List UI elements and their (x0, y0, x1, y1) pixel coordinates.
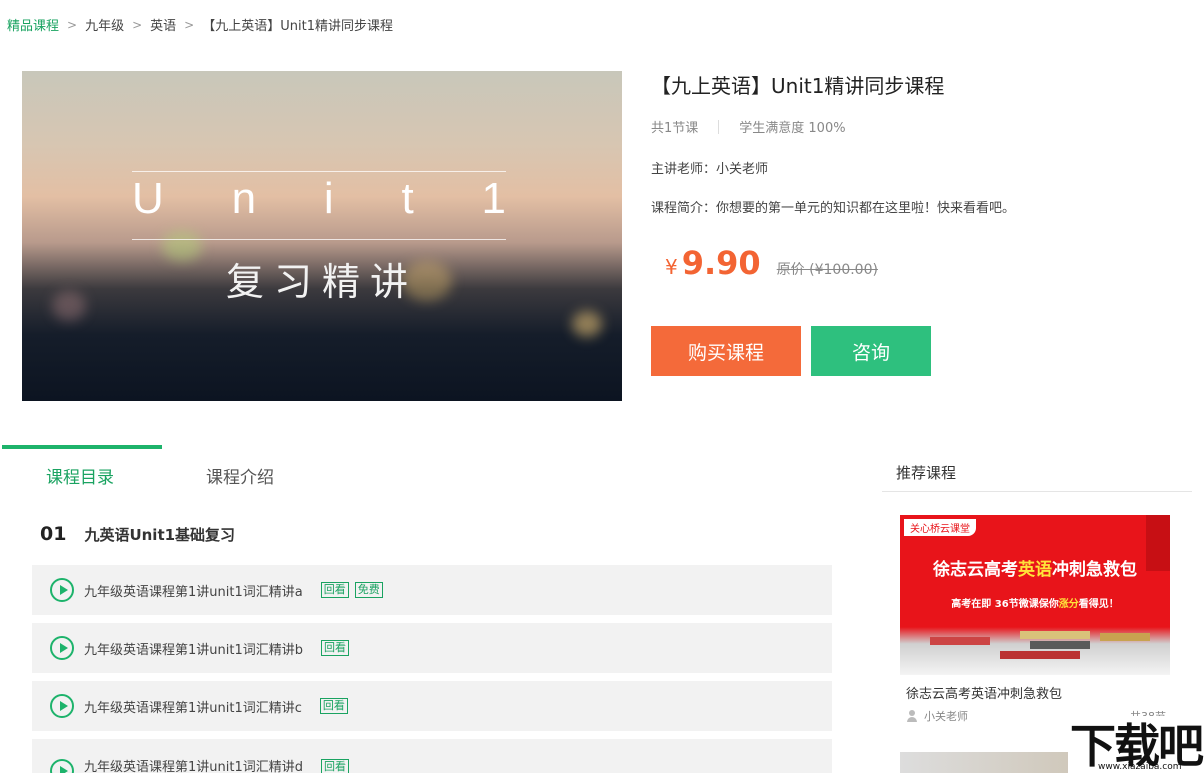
lesson-title: 九年级英语课程第1讲unit1词汇精讲a (84, 584, 303, 600)
breadcrumb-link-premium[interactable]: 精品课程 (7, 15, 59, 34)
tab-active-indicator (2, 445, 162, 449)
lesson-title: 九年级英语课程第1讲unit1词汇精讲c (84, 700, 302, 716)
buy-course-button[interactable]: 购买课程 (651, 326, 801, 376)
cover-letter: n (231, 174, 257, 223)
cover-title: U n i t 1 (132, 174, 506, 224)
breadcrumb-link-english[interactable]: 英语 (150, 15, 176, 34)
cover-letter: t (401, 174, 414, 223)
play-icon[interactable] (50, 759, 74, 773)
book-shape (1020, 631, 1090, 639)
banner-books-illustration (900, 627, 1170, 675)
tab-catalog[interactable]: 课程目录 (46, 463, 114, 488)
recommend-card-image[interactable]: 关心桥云课堂 徐志云高考英语冲刺急救包 高考在即 36节微课保你涨分看得见！ (900, 515, 1170, 675)
play-icon[interactable] (50, 578, 74, 602)
breadcrumb-current: 【九上英语】Unit1精讲同步课程 (202, 19, 393, 34)
book-shape (1000, 651, 1080, 659)
banner-headline-highlight: 英语 (1018, 560, 1052, 580)
play-icon[interactable] (50, 694, 74, 718)
lesson-tags: 回看 (314, 698, 348, 714)
cover-subtitle: 复习精讲 (225, 260, 418, 304)
banner-headline-part: 冲刺急救包 (1052, 560, 1137, 580)
recommend-header: 推荐课程 (882, 446, 1192, 492)
current-price: 9.90 (681, 244, 761, 282)
satisfaction-rate: 学生满意度 100% (739, 121, 846, 136)
course-meta: 共1节课 学生满意度 100% (651, 117, 1171, 136)
replay-tag: 回看 (320, 759, 349, 773)
course-intro: 课程简介：你想要的第一单元的知识都在这里啦！快来看看吧。 (651, 201, 1016, 216)
banner-subline: 高考在即 36节微课保你涨分看得见！ (900, 595, 1170, 610)
lesson-count: 共1节课 (651, 121, 699, 136)
replay-tag: 回看 (320, 582, 349, 598)
course-info: 【九上英语】Unit1精讲同步课程 共1节课 学生满意度 100% 主讲老师：小… (651, 71, 1171, 376)
breadcrumb-separator: > (132, 17, 143, 32)
recommend-heading: 推荐课程 (896, 464, 957, 482)
watermark-url: www.xiazaiba.com (1098, 762, 1182, 772)
book-shape (1030, 641, 1090, 649)
lesson-title: 九年级英语课程第1讲unit1词汇精讲b (84, 642, 303, 658)
banner-headline: 徐志云高考英语冲刺急救包 (900, 555, 1170, 580)
recommend-card-title[interactable]: 徐志云高考英语冲刺急救包 (906, 683, 1170, 702)
banner-headline-part: 徐志云高考 (933, 560, 1018, 580)
cover-letter: i (323, 174, 334, 223)
cover-bokeh (572, 311, 602, 337)
banner-subline-highlight: 涨分 (1058, 599, 1079, 610)
breadcrumb-separator: > (67, 17, 78, 32)
tab-introduction[interactable]: 课程介绍 (206, 463, 274, 488)
chapter-header: 01 九英语Unit1基础复习 (40, 523, 235, 545)
cover-bottom-rule (132, 239, 506, 240)
meta-divider (718, 119, 720, 134)
lesson-title: 九年级英语课程第1讲unit1词汇精讲d (84, 760, 303, 773)
cover-letter: 1 (481, 174, 506, 223)
lesson-item[interactable]: 九年级英语课程第1讲unit1词汇精讲a 回看 免费 (32, 565, 832, 615)
course-tabs: 课程目录 课程介绍 (2, 445, 832, 505)
lesson-item[interactable]: 九年级英语课程第1讲unit1词汇精讲b 回看 (32, 623, 832, 673)
breadcrumb-link-grade9[interactable]: 九年级 (85, 15, 124, 34)
course-title: 【九上英语】Unit1精讲同步课程 (651, 74, 945, 98)
recommend-card[interactable]: 关心桥云课堂 徐志云高考英语冲刺急救包 高考在即 36节微课保你涨分看得见！ 徐… (900, 515, 1170, 724)
course-teacher: 主讲老师：小关老师 (651, 162, 769, 177)
banner-subline-part: 看得见！ (1078, 599, 1119, 610)
recommend-card-teacher: 小关老师 (924, 710, 968, 723)
lesson-tags: 回看 (315, 640, 349, 656)
breadcrumb-separator: > (184, 17, 195, 32)
lesson-item[interactable]: 九年级英语课程第1讲unit1词汇精讲c 回看 (32, 681, 832, 731)
lesson-tags: 回看 (315, 759, 349, 773)
currency-symbol: ¥ (665, 255, 678, 279)
cover-letter: U (132, 174, 164, 223)
original-price: 原价 (¥100.00) (776, 262, 878, 278)
chapter-number: 01 (40, 523, 67, 545)
breadcrumb: 精品课程 > 九年级 > 英语 > 【九上英语】Unit1精讲同步课程 (7, 15, 393, 35)
lesson-tags: 回看 免费 (315, 582, 383, 598)
banner-subline-part: 高考在即 36节微课保你 (951, 599, 1059, 610)
user-icon (906, 710, 918, 722)
lesson-item[interactable]: 九年级英语课程第1讲unit1词汇精讲d 回看 (32, 739, 832, 773)
site-watermark: 下载吧 www.xiazaiba.com (1068, 716, 1204, 773)
price-row: ¥ 9.90 原价 (¥100.00) (665, 244, 1171, 282)
play-icon[interactable] (50, 636, 74, 660)
book-shape (1100, 633, 1150, 641)
course-cover-image: U n i t 1 复习精讲 (22, 71, 622, 401)
platform-badge: 关心桥云课堂 (904, 519, 976, 536)
book-shape (930, 637, 990, 645)
free-tag: 免费 (354, 582, 383, 598)
action-buttons: 购买课程 咨询 (651, 326, 1171, 376)
chapter-title: 九英语Unit1基础复习 (84, 526, 236, 544)
replay-tag: 回看 (319, 698, 348, 714)
consult-button[interactable]: 咨询 (811, 326, 931, 376)
replay-tag: 回看 (320, 640, 349, 656)
cover-top-rule (132, 171, 506, 172)
